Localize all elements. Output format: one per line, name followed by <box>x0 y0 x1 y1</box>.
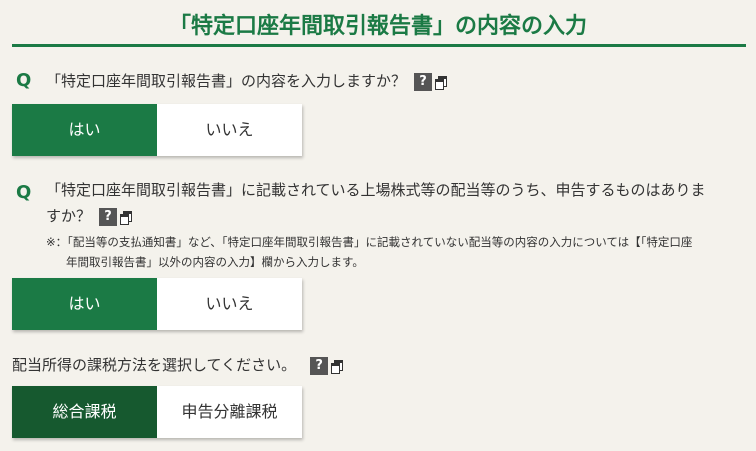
comprehensive-taxation-button[interactable]: 総合課税 <box>12 386 157 438</box>
new-window-icon[interactable] <box>435 75 448 90</box>
help-icon[interactable]: ? <box>310 356 329 375</box>
no-button[interactable]: いいえ <box>157 104 302 156</box>
question-1: 「特定口座年間取引報告書」の内容を入力しますか？? <box>46 68 448 94</box>
question-2-text-line2: すか？ <box>46 207 92 225</box>
separate-taxation-button[interactable]: 申告分離課税 <box>157 386 302 438</box>
question-marker: Q <box>16 70 32 91</box>
question-3-text: 配当所得の課税方法を選択してください。 <box>12 356 297 374</box>
title-divider <box>12 44 746 47</box>
question-2-text-line2-row: すか？? <box>46 203 706 229</box>
new-window-icon[interactable] <box>120 210 133 225</box>
help-icon[interactable]: ? <box>99 207 118 226</box>
note-line-2: 年間取引報告書」以外の内容の入力】欄から入力します。 <box>66 255 364 269</box>
question-2-toggle: はい いいえ <box>12 278 302 330</box>
question-3: 配当所得の課税方法を選択してください。? <box>12 352 344 378</box>
question-2-text-line1: 「特定口座年間取引報告書」に記載されている上場株式等の配当等のうち、申告するもの… <box>46 181 706 199</box>
question-1-text: 「特定口座年間取引報告書」の内容を入力しますか？ <box>46 72 407 90</box>
yes-button[interactable]: はい <box>12 278 157 330</box>
question-1-toggle: はい いいえ <box>12 104 302 156</box>
note-line-1: ※：「配当等の支払通知書」など、「特定口座年間取引報告書」に記載されていない配当… <box>46 235 693 249</box>
question-2: 「特定口座年間取引報告書」に記載されている上場株式等の配当等のうち、申告するもの… <box>46 177 706 229</box>
help-icon[interactable]: ? <box>414 72 433 91</box>
question-2-note: ※：「配当等の支払通知書」など、「特定口座年間取引報告書」に記載されていない配当… <box>46 232 692 272</box>
yes-button[interactable]: はい <box>12 104 157 156</box>
question-marker: Q <box>16 182 32 203</box>
new-window-icon[interactable] <box>331 359 344 374</box>
page-title: 「特定口座年間取引報告書」の内容の入力 <box>168 14 587 39</box>
taxation-method-toggle: 総合課税 申告分離課税 <box>12 386 302 438</box>
no-button[interactable]: いいえ <box>157 278 302 330</box>
